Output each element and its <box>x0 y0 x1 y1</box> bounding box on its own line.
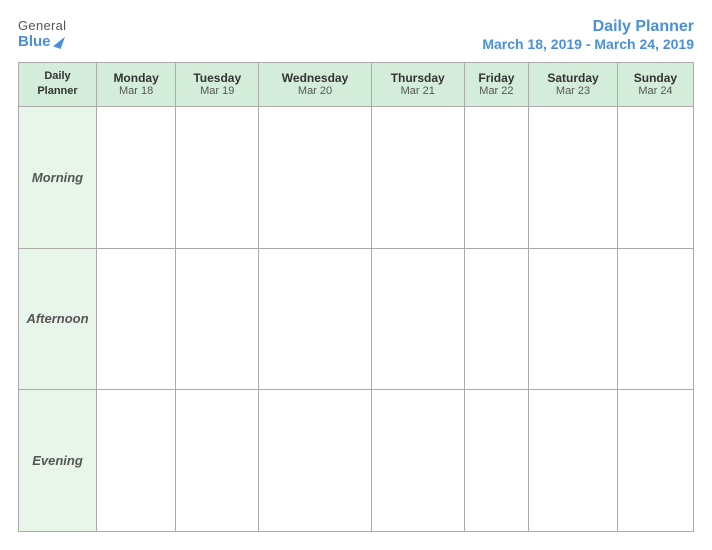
logo-triangle-icon <box>53 34 65 49</box>
col-monday: Monday Mar 18 <box>97 63 176 107</box>
wednesday-morning[interactable] <box>259 106 371 248</box>
wednesday-afternoon[interactable] <box>259 248 371 390</box>
logo-blue-word: Blue <box>18 33 51 50</box>
sunday-afternoon[interactable] <box>617 248 693 390</box>
thursday-name: Thursday <box>374 71 462 85</box>
logo-blue-text: Blue <box>18 33 63 50</box>
thursday-afternoon[interactable] <box>371 248 464 390</box>
sunday-date: Mar 24 <box>620 85 691 97</box>
tuesday-evening[interactable] <box>176 390 259 532</box>
thursday-date: Mar 21 <box>374 85 462 97</box>
friday-afternoon[interactable] <box>464 248 529 390</box>
saturday-date: Mar 23 <box>531 85 615 97</box>
friday-evening[interactable] <box>464 390 529 532</box>
tuesday-name: Tuesday <box>178 71 256 85</box>
tuesday-morning[interactable] <box>176 106 259 248</box>
friday-date: Mar 22 <box>467 85 527 97</box>
monday-evening[interactable] <box>97 390 176 532</box>
calendar-table: Daily Planner Monday Mar 18 Tuesday Mar … <box>18 62 694 532</box>
logo-general-text: General <box>18 18 66 33</box>
label-daily: Daily <box>44 70 70 82</box>
evening-row: Evening <box>19 390 694 532</box>
morning-label: Morning <box>19 106 97 248</box>
thursday-evening[interactable] <box>371 390 464 532</box>
logo-area: General Blue <box>18 18 66 50</box>
col-sunday: Sunday Mar 24 <box>617 63 693 107</box>
tuesday-afternoon[interactable] <box>176 248 259 390</box>
friday-morning[interactable] <box>464 106 529 248</box>
afternoon-row: Afternoon <box>19 248 694 390</box>
tuesday-date: Mar 19 <box>178 85 256 97</box>
saturday-morning[interactable] <box>529 106 618 248</box>
wednesday-name: Wednesday <box>261 71 368 85</box>
friday-name: Friday <box>467 71 527 85</box>
monday-name: Monday <box>99 71 173 85</box>
daily-planner-label: Daily Planner <box>19 63 97 107</box>
header: General Blue Daily Planner March 18, 201… <box>18 18 694 52</box>
col-thursday: Thursday Mar 21 <box>371 63 464 107</box>
sunday-evening[interactable] <box>617 390 693 532</box>
planner-title: Daily Planner <box>482 18 694 36</box>
header-row: Daily Planner Monday Mar 18 Tuesday Mar … <box>19 63 694 107</box>
thursday-morning[interactable] <box>371 106 464 248</box>
sunday-name: Sunday <box>620 71 691 85</box>
monday-date: Mar 18 <box>99 85 173 97</box>
col-saturday: Saturday Mar 23 <box>529 63 618 107</box>
monday-afternoon[interactable] <box>97 248 176 390</box>
wednesday-evening[interactable] <box>259 390 371 532</box>
afternoon-label: Afternoon <box>19 248 97 390</box>
title-area: Daily Planner March 18, 2019 - March 24,… <box>482 18 694 52</box>
wednesday-date: Mar 20 <box>261 85 368 97</box>
monday-morning[interactable] <box>97 106 176 248</box>
planner-date-range: March 18, 2019 - March 24, 2019 <box>482 36 694 52</box>
sunday-morning[interactable] <box>617 106 693 248</box>
saturday-afternoon[interactable] <box>529 248 618 390</box>
saturday-evening[interactable] <box>529 390 618 532</box>
col-tuesday: Tuesday Mar 19 <box>176 63 259 107</box>
saturday-name: Saturday <box>531 71 615 85</box>
evening-label: Evening <box>19 390 97 532</box>
morning-row: Morning <box>19 106 694 248</box>
col-friday: Friday Mar 22 <box>464 63 529 107</box>
label-planner: Planner <box>37 85 77 97</box>
col-wednesday: Wednesday Mar 20 <box>259 63 371 107</box>
